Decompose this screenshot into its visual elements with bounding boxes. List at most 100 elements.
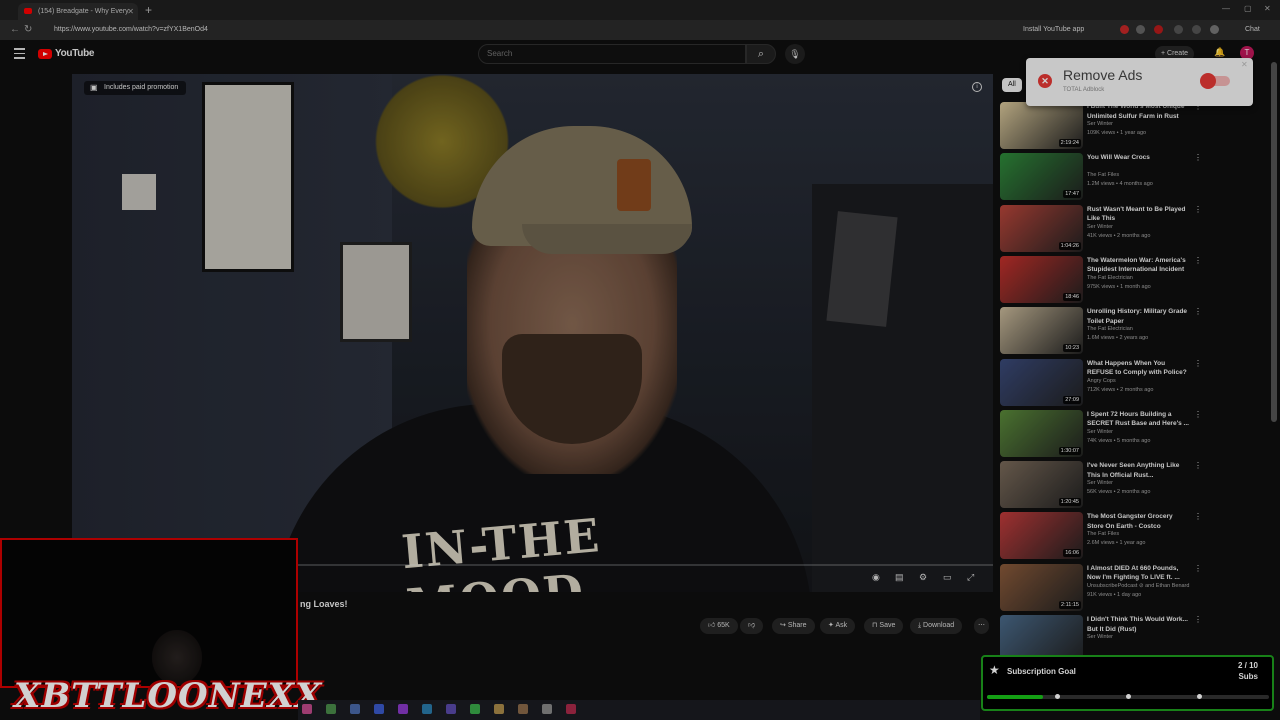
more-actions-icon[interactable]: ⋯ [974, 618, 989, 634]
popup-close-icon[interactable]: ✕ [1241, 60, 1248, 69]
recommended-video[interactable]: 2:19:24 I Built The World's Most Unique U… [1000, 102, 1205, 150]
channel-name[interactable]: Ser Winter [1087, 121, 1113, 127]
back-icon[interactable]: ← [10, 24, 20, 35]
video-title[interactable]: I Almost DIED At 660 Pounds, Now I'm Fig… [1087, 564, 1191, 583]
more-options-icon[interactable]: ⋮ [1194, 205, 1202, 214]
taskbar-app-icon[interactable] [518, 704, 528, 714]
more-options-icon[interactable]: ⋮ [1194, 256, 1202, 265]
more-options-icon[interactable]: ⋮ [1194, 410, 1202, 419]
more-options-icon[interactable]: ⋮ [1194, 512, 1202, 521]
channel-name[interactable]: Angry Cops [1087, 378, 1116, 384]
recommended-video[interactable]: 2:11:15 I Almost DIED At 660 Pounds, Now … [1000, 563, 1205, 612]
video-thumbnail[interactable]: 1:20:45 [1000, 461, 1083, 509]
paid-promotion-badge[interactable]: Includes paid promotion [84, 81, 187, 95]
search-input[interactable]: Search [478, 44, 746, 64]
channel-name[interactable]: The Fat Files [1087, 172, 1119, 178]
download-button[interactable]: ⤓ Download [910, 618, 963, 634]
video-thumbnail[interactable]: 16:06 [1000, 512, 1083, 560]
install-app-button[interactable]: Install YouTube app [1023, 23, 1084, 37]
video-thumbnail[interactable]: 2:11:15 [1000, 563, 1083, 611]
recommended-video[interactable]: 1:30:07 I Spent 72 Hours Building a SECRE… [1000, 409, 1205, 458]
video-thumbnail[interactable]: 27:09 [1000, 358, 1083, 406]
favorites-icon[interactable] [1174, 25, 1183, 34]
page-scrollbar[interactable] [1271, 62, 1277, 422]
taskbar-settings-icon[interactable] [542, 704, 552, 714]
recommended-video[interactable]: 17:47 You Will Wear Crocs The Fat Files 1.2… [1000, 153, 1205, 201]
dislike-button[interactable]: 👎︎ [740, 618, 764, 634]
miniplayer-icon[interactable]: ▭ [943, 572, 952, 583]
new-tab-icon[interactable]: + [145, 3, 152, 17]
filter-chip-all[interactable]: All [1002, 78, 1022, 92]
ask-button[interactable]: ✦ Ask [820, 618, 856, 634]
mic-icon[interactable]: 🎙 [785, 44, 805, 64]
video-thumbnail[interactable]: 2:19:24 [1000, 102, 1083, 149]
video-thumbnail[interactable]: 1:04:26 [1000, 204, 1083, 252]
video-player[interactable]: IN-THE MOOD Includes paid promotion i ◉ … [72, 74, 993, 592]
taskbar-app-icon[interactable] [470, 704, 480, 714]
more-options-icon[interactable]: ⋮ [1194, 615, 1202, 624]
video-title[interactable]: I've Never Seen Anything Like This In Of… [1087, 461, 1191, 480]
more-options-icon[interactable]: ⋮ [1194, 153, 1202, 162]
channel-name[interactable]: The Fat Files [1087, 531, 1119, 537]
video-title[interactable]: I Didn't Think This Would Work... But It… [1087, 615, 1191, 634]
video-title[interactable]: Rust Wasn't Meant to Be Played Like This [1087, 205, 1191, 224]
extension-icon[interactable] [1154, 25, 1163, 34]
video-title[interactable]: What Happens When You REFUSE to Comply w… [1087, 359, 1191, 378]
channel-name[interactable]: The Fat Electrician [1087, 326, 1133, 332]
taskbar-app-icon[interactable] [566, 704, 576, 714]
recommended-video[interactable]: 10:23 Unrolling History: Military Grade T… [1000, 307, 1205, 355]
profile-icon[interactable] [1210, 25, 1219, 34]
more-options-icon[interactable]: ⋮ [1194, 564, 1202, 573]
channel-name[interactable]: Ser Winter [1087, 224, 1113, 230]
taskbar-app-icon[interactable] [350, 704, 360, 714]
channel-name[interactable]: Ser Winter [1087, 634, 1113, 640]
subtitles-icon[interactable]: ▤ [895, 572, 904, 583]
search-icon[interactable]: ⌕ [746, 44, 776, 64]
settings-gear-icon[interactable]: ⚙ [919, 572, 927, 583]
video-title[interactable]: You Will Wear Crocs [1087, 153, 1191, 163]
browser-tab[interactable]: (154) Breadgate - Why Every ✕ [18, 3, 138, 20]
video-thumbnail[interactable]: 10:23 [1000, 307, 1083, 355]
youtube-logo-text[interactable]: YouTube [55, 48, 95, 59]
taskbar-app-icon[interactable] [302, 704, 312, 714]
info-icon[interactable]: i [972, 82, 982, 92]
tab-close-icon[interactable]: ✕ [127, 3, 134, 20]
maximize-icon[interactable]: ▢ [1244, 4, 1252, 13]
taskbar-app-icon[interactable] [326, 704, 336, 714]
recommended-video[interactable]: 16:06 The Most Gangster Grocery Store On … [1000, 512, 1205, 560]
address-bar[interactable]: https://www.youtube.com/watch?v=zfYX1Ben… [40, 23, 1020, 37]
like-button[interactable]: 👍︎ 65K [700, 618, 738, 634]
video-thumbnail[interactable]: 18:46 [1000, 255, 1083, 303]
video-title[interactable]: The Watermelon War: America's Stupidest … [1087, 256, 1191, 275]
save-button[interactable]: ⊓ Save [864, 618, 904, 634]
extension-adblock-icon[interactable] [1120, 25, 1129, 34]
autoplay-toggle-icon[interactable]: ◉ [872, 572, 880, 583]
more-options-icon[interactable]: ⋮ [1194, 307, 1202, 316]
extension-icon[interactable] [1136, 25, 1145, 34]
minimize-icon[interactable]: — [1222, 4, 1230, 13]
recommended-video[interactable]: 27:09 What Happens When You REFUSE to Com… [1000, 358, 1205, 407]
video-title[interactable]: The Most Gangster Grocery Store On Earth… [1087, 512, 1191, 531]
history-icon[interactable] [1192, 25, 1201, 34]
youtube-logo-icon[interactable] [38, 49, 52, 59]
video-title[interactable]: Unrolling History: Military Grade Toilet… [1087, 307, 1191, 326]
more-options-icon[interactable]: ⋮ [1194, 461, 1202, 470]
reload-icon[interactable]: ↻ [24, 24, 32, 35]
notifications-icon[interactable]: 🔔 [1214, 47, 1225, 58]
window-close-icon[interactable]: ✕ [1264, 4, 1271, 13]
video-thumbnail[interactable]: 1:30:07 [1000, 409, 1083, 457]
channel-name[interactable]: The Fat Electrician [1087, 275, 1133, 281]
menu-icon[interactable] [14, 48, 25, 62]
channel-name[interactable]: Ser Winter [1087, 429, 1113, 435]
chat-button[interactable]: Chat [1245, 23, 1260, 37]
channel-name[interactable]: Ser Winter [1087, 480, 1113, 486]
more-options-icon[interactable]: ⋮ [1194, 359, 1202, 368]
taskbar-app-icon[interactable] [446, 704, 456, 714]
taskbar-app-icon[interactable] [494, 704, 504, 714]
taskbar-app-icon[interactable] [422, 704, 432, 714]
recommended-video[interactable]: 18:46 The Watermelon War: America's Stupi… [1000, 255, 1205, 304]
fullscreen-icon[interactable]: ⤢ [967, 572, 974, 583]
video-title[interactable]: I Spent 72 Hours Building a SECRET Rust … [1087, 410, 1191, 429]
taskbar-app-icon[interactable] [374, 704, 384, 714]
recommended-video[interactable]: 1:20:45 I've Never Seen Anything Like Thi… [1000, 461, 1205, 509]
